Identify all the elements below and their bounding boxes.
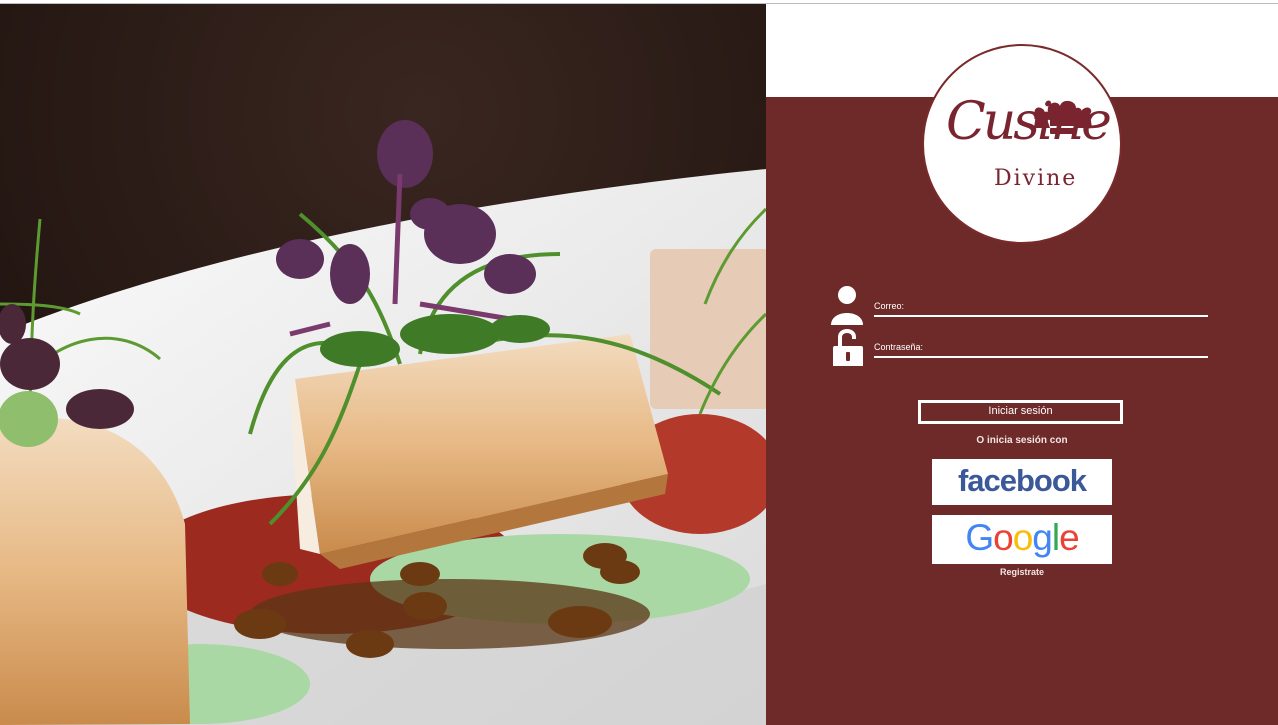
- facebook-login-button[interactable]: facebook: [932, 459, 1112, 505]
- register-link[interactable]: Registrate: [766, 567, 1278, 577]
- google-letter-l: l: [1051, 517, 1060, 558]
- password-row: Contraseña:: [830, 326, 1210, 366]
- email-field[interactable]: [874, 313, 1208, 317]
- hero-food-photo: [0, 4, 766, 725]
- google-letter-o1: o: [993, 517, 1014, 558]
- google-letter-g2: g: [1032, 517, 1053, 558]
- email-row: Correo:: [830, 285, 1210, 325]
- google-login-button[interactable]: Google: [932, 515, 1112, 564]
- google-letter-g: G: [965, 517, 994, 558]
- google-letter-e: e: [1059, 517, 1080, 558]
- login-button[interactable]: Iniciar sesión: [918, 400, 1123, 424]
- logo-script-text: Cusine: [946, 92, 1112, 152]
- password-field[interactable]: [874, 354, 1208, 358]
- login-panel: Cusine Divine Correo: Contraseña: Inicia…: [766, 4, 1278, 725]
- user-icon: [831, 286, 863, 325]
- unlocked-padlock-icon: [833, 329, 863, 366]
- alt-login-text: O inicia sesión con: [976, 435, 1068, 446]
- food-illustration: [0, 4, 766, 725]
- logo-word-text: Divine: [994, 166, 1078, 191]
- brand-logo: Cusine Divine: [922, 44, 1122, 244]
- google-logo: Google: [965, 517, 1080, 559]
- password-label: Contraseña:: [874, 342, 924, 352]
- facebook-logo: facebook: [957, 463, 1087, 498]
- email-label: Correo:: [874, 301, 905, 311]
- google-letter-o2: o: [1012, 517, 1034, 558]
